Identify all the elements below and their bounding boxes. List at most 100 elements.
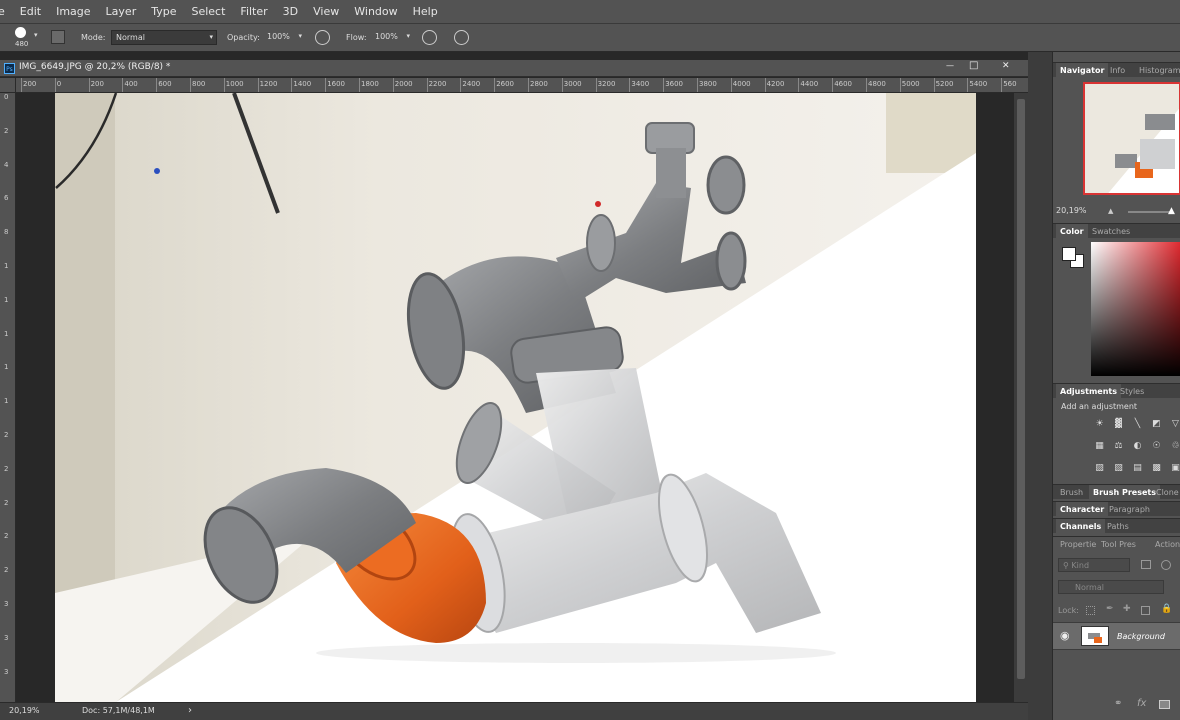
vibrance-icon[interactable]: ▽ [1169,418,1180,430]
close-icon[interactable]: ✕ [1002,61,1010,71]
tab-adjustments[interactable]: Adjustments [1056,384,1121,398]
photoshop-logo-icon: Ps [4,63,15,74]
posterize-icon[interactable]: ▧ [1112,462,1125,474]
lock-artboard-icon[interactable] [1141,606,1150,615]
layer-mask-icon[interactable] [1159,700,1170,709]
brush-preset-picker[interactable]: ▾ 480 [12,26,44,50]
menu-help[interactable]: Help [413,5,438,18]
menu-image[interactable]: Image [56,5,90,18]
selective-icon[interactable]: ▣ [1169,462,1180,474]
layer-row[interactable]: ◉ Background [1053,622,1180,650]
scrollbar-thumb[interactable] [1017,99,1025,679]
menu-edit[interactable]: Edit [20,5,41,18]
ruler-tick-label: 1200 [259,80,278,88]
ruler-tick-label: 1 [4,363,9,372]
tab-actions[interactable]: Actions [1151,537,1180,551]
tab-color[interactable]: Color [1056,224,1088,238]
mode-dropdown[interactable]: Normal ▾ [111,30,217,45]
maximize-icon[interactable]: □ [969,60,978,71]
pressure-opacity-icon[interactable] [315,30,330,45]
menu-file[interactable]: e [0,5,5,18]
tab-properties[interactable]: Propertie [1056,537,1100,551]
color-spectrum[interactable] [1091,242,1180,376]
ruler-tick [190,78,191,92]
document-title[interactable]: IMG_6649.JPG @ 20,2% (RGB/8) * [19,62,170,72]
navigator-zoom[interactable]: 20,19% [1056,206,1087,215]
tab-brush[interactable]: Brush [1056,485,1087,499]
tab-paragraph[interactable]: Paragraph [1105,502,1154,516]
ruler-tick [967,78,969,92]
ruler-tick-label: 4000 [732,80,751,88]
foreground-color-swatch[interactable] [1062,247,1076,261]
ruler-tick [359,78,360,92]
vertical-scrollbar[interactable] [1014,93,1028,702]
status-zoom[interactable]: 20,19% [9,706,40,715]
gradient-map-icon[interactable]: ▩ [1150,462,1163,474]
tab-tool-presets[interactable]: Tool Pres [1097,537,1140,551]
menu-type[interactable]: Type [151,5,176,18]
sun-icon[interactable]: ☀ [1093,418,1106,430]
ruler-tick [663,78,665,92]
ruler-corner [0,78,16,93]
lock-move-icon[interactable]: ✚ [1123,604,1131,614]
vertical-ruler: 0 2 4 6 8 1 1 1 1 1 2 2 2 2 2 3 3 3 [0,93,16,702]
canvas-image [16,93,1014,702]
zoom-out-icon[interactable]: ▲ [1108,207,1113,215]
brush-panel-toggle-icon[interactable] [51,30,65,44]
tab-character[interactable]: Character [1056,502,1109,516]
menu-select[interactable]: Select [191,5,225,18]
ruler-tick-label: 2 [4,126,9,135]
tab-channels[interactable]: Channels [1056,519,1106,533]
tab-navigator[interactable]: Navigator [1056,63,1109,77]
photo-filter-icon[interactable]: ☉ [1150,440,1163,452]
filter-adjust-icon[interactable] [1161,560,1171,570]
lock-label: Lock: [1058,606,1079,615]
pressure-size-icon[interactable] [454,30,469,45]
minimize-icon[interactable]: — [946,61,954,70]
opacity-field[interactable]: 100% ▾ [263,30,305,45]
levels-icon[interactable]: ▓ [1112,418,1125,430]
tab-clone[interactable]: Clone [1152,485,1180,499]
tab-histogram[interactable]: Histogram [1135,63,1180,77]
ruler-tick-label: 6 [4,194,9,203]
mixer-icon[interactable]: ♲ [1169,440,1180,452]
bw-icon[interactable]: ◐ [1131,440,1144,452]
tab-styles[interactable]: Styles [1116,384,1148,398]
threshold-icon[interactable]: ▤ [1131,462,1144,474]
menu-3d[interactable]: 3D [283,5,298,18]
hue-icon[interactable]: ▦ [1093,440,1106,452]
fx-icon[interactable]: fx [1137,698,1146,709]
lock-paint-icon[interactable]: ✒ [1106,604,1114,614]
curves-icon[interactable]: ╲ [1131,418,1144,430]
tab-brush-presets[interactable]: Brush Presets [1089,485,1160,499]
zoom-in-icon[interactable]: ▲ [1168,206,1175,216]
menu-layer[interactable]: Layer [106,5,137,18]
lock-all-icon[interactable]: 🔒 [1161,604,1172,614]
exposure-icon[interactable]: ◩ [1150,418,1163,430]
zoom-slider[interactable] [1128,211,1173,213]
eye-icon[interactable]: ◉ [1060,629,1070,642]
lock-pixels-icon[interactable] [1086,606,1095,615]
tab-swatches[interactable]: Swatches [1088,224,1134,238]
airbrush-icon[interactable] [422,30,437,45]
navigator-thumbnail[interactable] [1083,82,1180,195]
status-doc-size: Doc: 57,1M/48,1M [82,706,155,715]
link-layers-icon[interactable]: ⚭ [1114,698,1122,709]
ruler-tick-label: 1800 [361,80,379,88]
blend-mode-dropdown[interactable]: Normal [1058,580,1164,594]
document-tab-bar: Ps IMG_6649.JPG @ 20,2% (RGB/8) * — □ ✕ [0,60,1028,77]
flow-field[interactable]: 100% ▾ [371,30,413,45]
status-menu-arrow[interactable]: › [188,705,192,716]
menu-filter[interactable]: Filter [240,5,267,18]
invert-icon[interactable]: ▨ [1093,462,1106,474]
menu-window[interactable]: Window [354,5,397,18]
tab-info[interactable]: Info [1106,63,1129,77]
canvas-area[interactable] [16,93,1014,702]
ruler-tick-label: 4600 [834,80,853,88]
layer-name[interactable]: Background [1117,632,1165,641]
filter-image-icon[interactable] [1141,560,1151,569]
balance-icon[interactable]: ⚖ [1112,440,1125,452]
tab-paths[interactable]: Paths [1103,519,1133,533]
layer-filter-field[interactable]: ⚲ Kind [1058,558,1130,572]
menu-view[interactable]: View [313,5,339,18]
